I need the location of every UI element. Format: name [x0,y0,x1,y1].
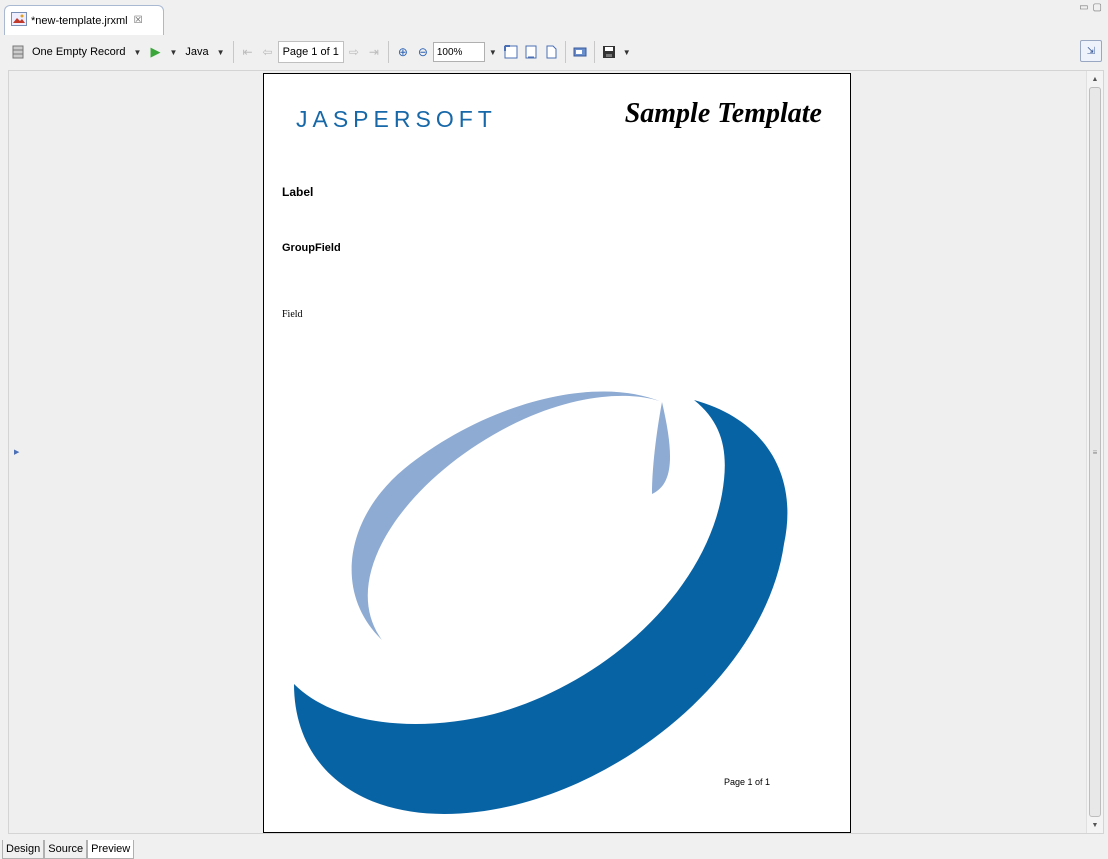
tab-design[interactable]: Design [2,840,45,859]
language-select[interactable]: Java [181,46,212,58]
report-page: JASPERSOFT Sample Template Label GroupFi… [263,73,851,833]
group-field: GroupField [282,242,341,254]
save-icon[interactable] [600,43,618,61]
scroll-up-icon[interactable]: ▲ [1087,71,1103,87]
chevron-down-icon[interactable]: ▼ [217,48,225,57]
editor-tab-strip: *new-template.jrxml ☒ ▭ ▢ [0,0,1108,35]
zoom-in-icon[interactable]: ⊕ [394,43,412,61]
editor-tab-title: *new-template.jrxml [31,14,128,27]
close-icon[interactable]: ☒ [134,15,143,26]
chevron-down-icon[interactable]: ▼ [134,48,142,57]
ring-light-arc [351,391,671,640]
page-footer: Page 1 of 1 [724,777,771,787]
chevron-down-icon[interactable]: ▼ [169,48,177,57]
data-adapter-value: One Empty Record [32,46,126,58]
report-label: Label [282,185,314,199]
editor-tab[interactable]: *new-template.jrxml ☒ [4,5,164,35]
editor-mode-tabs: Design Source Preview [2,840,135,859]
vertical-scrollbar[interactable]: ▲ ≡ ▼ [1086,71,1103,833]
expand-panel-icon[interactable]: ▶ [14,448,19,456]
toolbar-separator [387,41,389,63]
ring-graphic [294,391,788,814]
last-page-icon[interactable]: ⇥ [365,43,383,61]
chevron-down-icon[interactable]: ▼ [489,48,497,57]
report-file-icon [11,12,27,29]
zoom-out-icon[interactable]: ⊖ [414,43,432,61]
preview-mode-icon[interactable]: ⇲ [1080,40,1102,62]
toolbar-separator [564,41,566,63]
data-adapter-icon[interactable] [9,43,27,61]
actual-size-icon[interactable] [542,43,560,61]
scroll-thumb[interactable]: ≡ [1089,87,1101,817]
zoom-value: 100% [436,46,463,58]
export-icon[interactable] [571,43,589,61]
page-indicator: Page 1 of 1 [277,41,344,63]
toolbar-separator [232,41,234,63]
run-icon[interactable]: ▶ [146,43,164,61]
detail-field: Field [282,309,303,320]
prev-page-icon[interactable]: ⇦ [259,43,277,61]
preview-area: ▶ JASPERSOFT Sample Template Label Group… [8,70,1104,834]
first-page-icon[interactable]: ⇤ [239,43,257,61]
maximize-icon[interactable]: ▢ [1093,2,1102,13]
chevron-down-icon[interactable]: ▼ [623,48,631,57]
next-page-icon[interactable]: ⇨ [345,43,363,61]
report-title: Sample Template [624,98,822,129]
zoom-select[interactable]: 100% [432,42,485,62]
minimize-icon[interactable]: ▭ [1079,2,1088,13]
jaspersoft-logo: JASPERSOFT [296,106,497,132]
data-adapter-select[interactable]: One Empty Record [28,41,130,63]
tab-source[interactable]: Source [44,840,88,859]
tab-preview[interactable]: Preview [87,840,135,859]
window-controls: ▭ ▢ [1079,2,1102,13]
fit-width-icon[interactable] [522,43,540,61]
fit-page-icon[interactable] [502,43,520,61]
toolbar-separator [593,41,595,63]
scroll-down-icon[interactable]: ▼ [1087,817,1103,833]
preview-toolbar: One Empty Record ▼ ▶ ▼ Java ▼ ⇤ ⇦ Page 1… [8,36,1104,68]
